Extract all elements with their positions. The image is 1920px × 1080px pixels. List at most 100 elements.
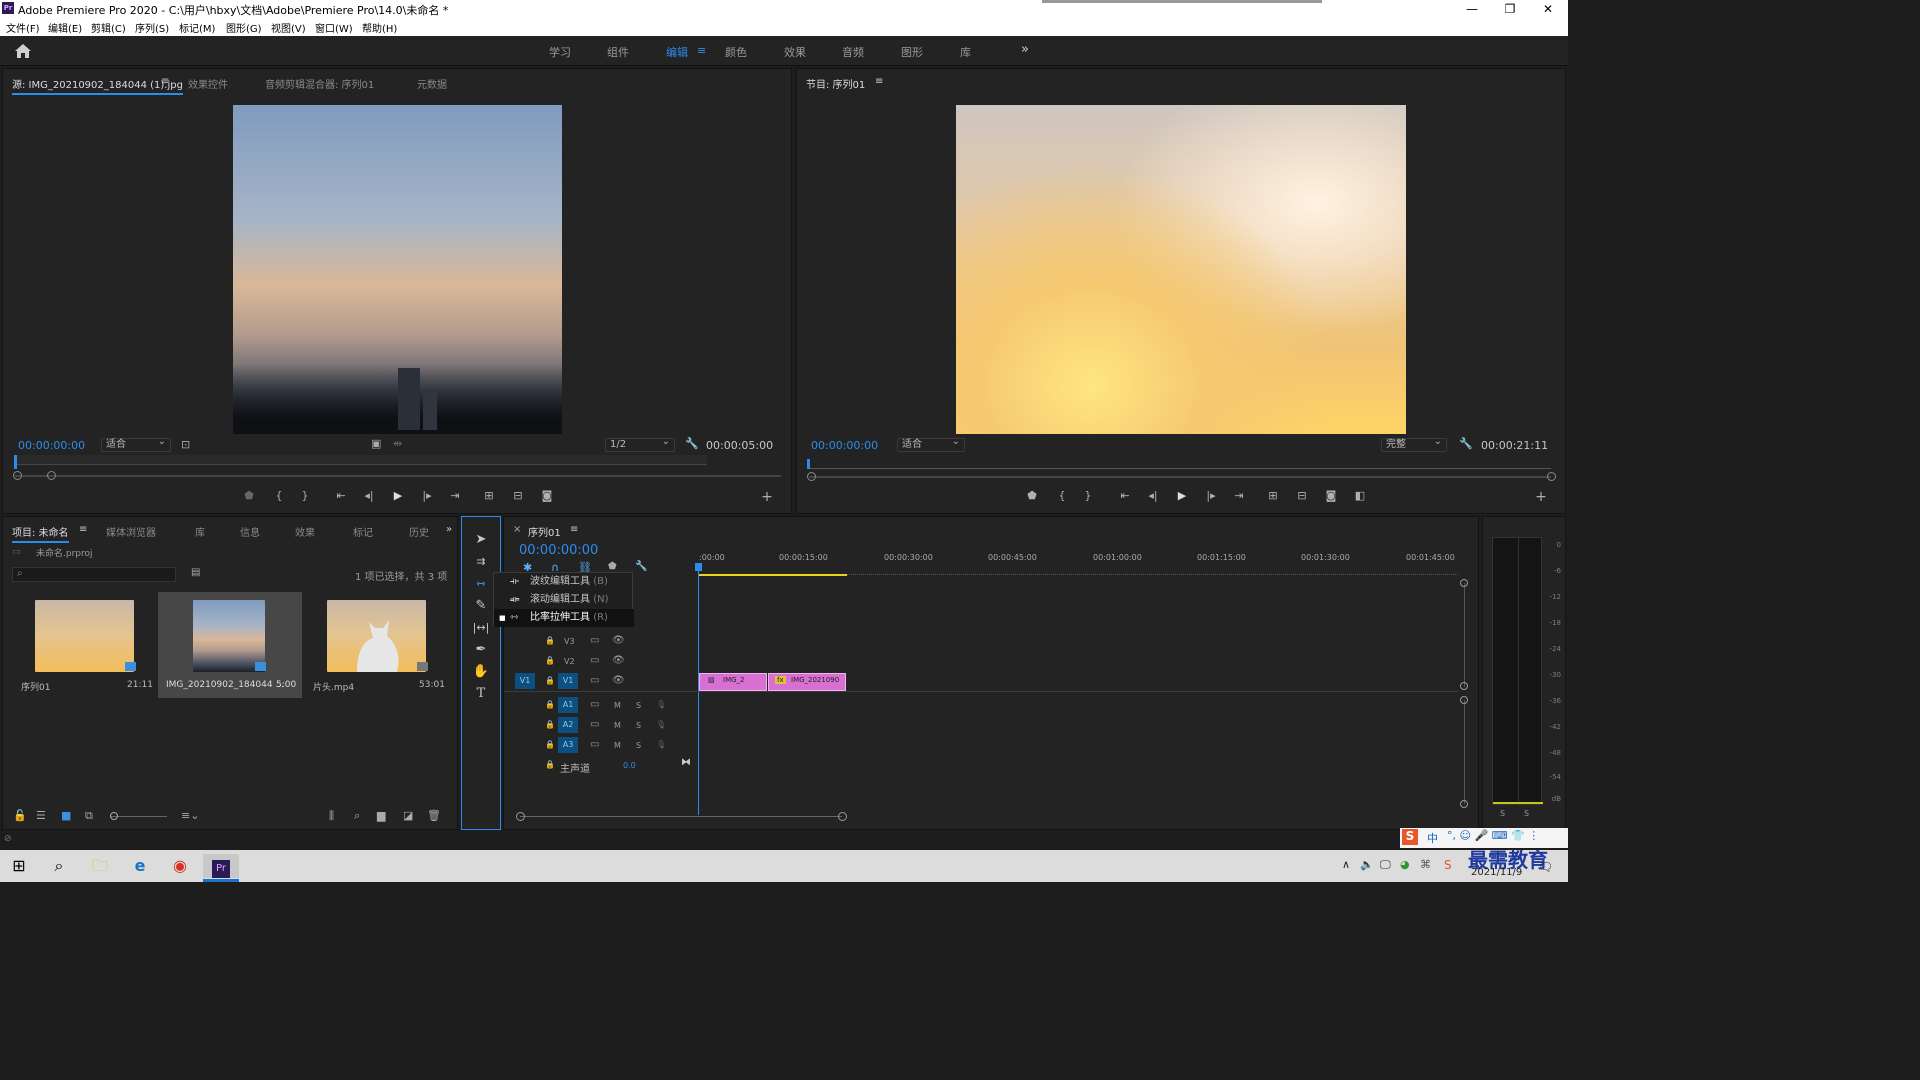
program-add-button-icon[interactable]: + (1533, 489, 1549, 505)
ime-mode-label[interactable]: 中 (1427, 830, 1438, 846)
video-scroll-handle[interactable] (1460, 682, 1468, 690)
source-insert-icon[interactable]: ⊞ (481, 489, 497, 502)
sort-icons-icon[interactable]: ≡⌄ (181, 809, 199, 822)
source-time-ruler[interactable] (15, 455, 707, 465)
source-settings-wrench-icon[interactable]: 🔧 (685, 437, 699, 450)
voice-over-record-icon[interactable]: 🎙 (656, 740, 666, 749)
security-tray-icon[interactable]: ◕ (1400, 858, 1410, 871)
program-step-back-icon[interactable]: ◂| (1145, 489, 1161, 502)
track-solo-button[interactable]: S (636, 701, 641, 710)
video-scroll-handle[interactable] (1460, 579, 1468, 587)
video-vertical-scrollbar[interactable] (1464, 583, 1465, 687)
track-lock-icon[interactable]: 🔒 (545, 700, 555, 709)
menu-help[interactable]: 帮助(H) (362, 20, 397, 35)
menu-window[interactable]: 窗口(W) (315, 20, 353, 35)
workspace-editing[interactable]: 编辑 (666, 44, 688, 60)
track-lock-icon[interactable]: 🔒 (545, 740, 555, 749)
list-view-icon[interactable]: ☰ (36, 809, 46, 822)
project-lock-icon[interactable]: 🔓 (13, 809, 27, 822)
tab-history[interactable]: 历史 (409, 524, 429, 539)
razor-tool-icon[interactable]: ✎ (472, 597, 490, 615)
program-go-to-in-icon[interactable]: ⇤ (1117, 489, 1133, 502)
maximize-button[interactable]: ❐ (1492, 0, 1528, 18)
track-lock-icon[interactable]: 🔒 (545, 720, 555, 729)
type-tool-icon[interactable]: T (472, 685, 490, 703)
network-icon[interactable]: 🖵 (1380, 858, 1391, 872)
track-solo-button[interactable]: S (636, 741, 641, 750)
program-mark-out-icon[interactable]: } (1080, 489, 1096, 502)
program-mark-in-icon[interactable]: { (1054, 489, 1070, 502)
drag-audio-icon[interactable]: ⇹ (393, 437, 402, 450)
source-go-to-in-icon[interactable]: ⇤ (333, 489, 349, 502)
track-output-icon[interactable]: ▭ (590, 655, 599, 666)
timeline-clip[interactable]: fx IMG_2021090 (768, 673, 846, 691)
track-visibility-eye-icon[interactable]: 👁 (612, 635, 625, 646)
rolling-edit-tool-menu-item[interactable]: ⟚ 滚动编辑工具 (N) (494, 591, 634, 609)
tab-metadata[interactable]: 元数据 (417, 76, 447, 91)
project-item-image[interactable]: IMG_20210902_184044 ... 5:00 (158, 592, 302, 698)
meter-solo-left-button[interactable]: S (1500, 809, 1505, 818)
source-add-marker-icon[interactable]: ⬟ (241, 489, 257, 502)
ripple-edit-tool-menu-item[interactable]: ⟛ 波纹编辑工具 (B) (494, 573, 634, 591)
workspace-menu-icon[interactable]: ≡ (697, 44, 706, 57)
track-label-v2[interactable]: V2 (564, 657, 575, 666)
tab-project[interactable]: 项目: 未命名 (12, 524, 69, 543)
windows-start-icon[interactable]: ⊞ (6, 854, 32, 878)
program-zoom-handle-right[interactable] (1547, 472, 1556, 481)
track-label-a2[interactable]: A2 (558, 717, 578, 733)
clear-icon[interactable]: 🗑 (427, 809, 441, 822)
track-output-icon[interactable]: ▭ (590, 719, 599, 730)
master-volume-value[interactable]: 0.0 (623, 761, 636, 770)
close-button[interactable]: ✕ (1530, 0, 1566, 18)
automate-to-sequence-icon[interactable]: ⫼ (329, 809, 334, 823)
track-lock-icon[interactable]: 🔒 (545, 676, 555, 685)
menu-file[interactable]: 文件(F) (6, 20, 40, 35)
program-time-ruler[interactable] (809, 459, 1551, 469)
timeline-panel-menu-icon[interactable]: ≡ (570, 524, 578, 535)
close-sequence-tab-icon[interactable]: × (513, 524, 521, 535)
track-lock-icon[interactable]: 🔒 (545, 760, 555, 769)
program-play-icon[interactable]: ▶ (1174, 489, 1190, 502)
new-item-icon[interactable]: ◪ (403, 809, 413, 822)
menu-clip[interactable]: 剪辑(C) (91, 20, 126, 35)
workspace-audio[interactable]: 音频 (842, 44, 864, 60)
pen-tool-icon[interactable]: ✒ (472, 641, 490, 659)
source-add-button-icon[interactable]: + (759, 489, 775, 505)
source-play-icon[interactable]: ▶ (390, 489, 406, 502)
premiere-taskbar-button[interactable]: Pr (203, 854, 239, 878)
timeline-clip[interactable]: IMG_2 ▨ (699, 673, 767, 691)
track-label-v3[interactable]: V3 (564, 637, 575, 646)
source-export-frame-icon[interactable]: ◙ (539, 489, 555, 502)
source-patch-v1[interactable]: V1 (515, 673, 535, 689)
program-timecode[interactable]: 00:00:00:00 (811, 439, 878, 452)
hand-tool-icon[interactable]: ✋ (472, 663, 490, 681)
add-marker-icon[interactable]: ⬟ (608, 561, 617, 572)
tab-effects[interactable]: 效果 (295, 524, 315, 539)
timeline-zoom-handle-left[interactable] (516, 812, 525, 821)
program-extract-icon[interactable]: ⊟ (1294, 489, 1310, 502)
volume-icon[interactable]: 🔈 (1360, 858, 1374, 871)
program-add-marker-icon[interactable]: ⬟ (1024, 489, 1040, 502)
program-panel-menu-icon[interactable]: ≡ (875, 76, 883, 87)
program-comparison-view-icon[interactable]: ◧ (1352, 489, 1368, 502)
workspace-assembly[interactable]: 组件 (607, 44, 629, 60)
source-playhead[interactable] (14, 455, 17, 469)
track-label-a3[interactable]: A3 (558, 737, 578, 753)
project-search-input[interactable]: ⌕ (12, 567, 176, 582)
selection-tool-icon[interactable]: ➤ (472, 531, 490, 549)
track-select-tool-icon[interactable]: ⇉ (472, 553, 490, 571)
file-explorer-icon[interactable]: 🗀 (87, 854, 113, 878)
slip-tool-icon[interactable]: |↔| (472, 619, 490, 637)
source-zoom-handle-right[interactable] (47, 471, 56, 480)
timeline-settings-icon[interactable]: 🔧 (635, 561, 647, 572)
program-lift-icon[interactable]: ⊞ (1265, 489, 1281, 502)
meter-solo-right-button[interactable]: S (1524, 809, 1529, 818)
track-label-v1[interactable]: V1 (558, 673, 578, 689)
track-output-icon[interactable]: ▭ (590, 635, 599, 646)
menu-marker[interactable]: 标记(M) (179, 20, 215, 35)
program-zoom-handle-left[interactable] (807, 472, 816, 481)
workspace-color[interactable]: 颜色 (725, 44, 747, 60)
voice-over-record-icon[interactable]: 🎙 (656, 700, 666, 709)
track-solo-button[interactable]: S (636, 721, 641, 730)
source-panel-menu-icon[interactable]: ≡ (161, 76, 169, 87)
